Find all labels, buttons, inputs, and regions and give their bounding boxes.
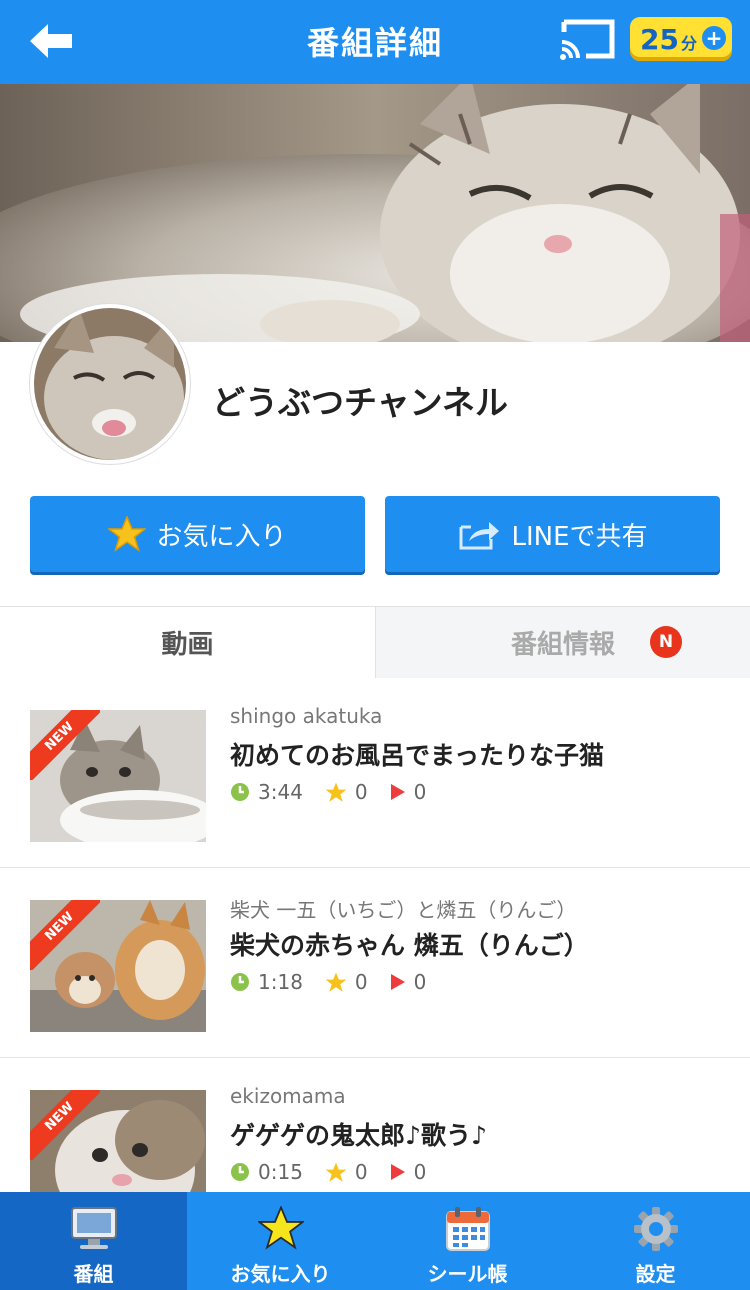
nav-favorites-label: お気に入り [230,1262,331,1286]
top-app-bar: 番組詳細 25 分 + [0,0,750,84]
new-ribbon: NEW [30,1090,100,1160]
video-thumbnail: NEW [30,710,206,842]
add-minutes-icon: + [702,26,726,50]
monitor-icon [70,1207,117,1249]
video-duration: 1:18 [258,970,303,994]
video-list-item[interactable]: NEW 柴犬 一五（いちご）と燐五（りんご） 柴犬の赤ちゃん 燐五（りんご） 1… [0,868,750,1058]
add-favorite-button[interactable]: お気に入り [30,496,365,572]
cast-button[interactable] [556,16,618,64]
play-icon [390,974,405,990]
video-favorite-count: 0 [354,1160,368,1184]
bottom-tab-bar: 番組 お気に入り シール帳 設定 [0,1192,750,1290]
video-play-count: 0 [413,1160,427,1184]
video-stats: 0:15 0 0 [230,1160,448,1184]
nav-sticker-book-label: シール帳 [427,1262,508,1286]
nav-programs[interactable]: 番組 [0,1192,187,1290]
cast-icon [560,19,615,60]
content-tabs: 動画 番組情報 [0,606,750,678]
video-title: 初めてのお風呂でまったりな子猫 [230,741,605,770]
calendar-icon [445,1207,490,1251]
clock-icon [231,783,249,801]
video-stats: 1:18 0 0 [230,970,448,994]
video-stats: 3:44 0 0 [230,780,448,804]
new-ribbon: NEW [30,900,100,970]
new-ribbon: NEW [30,710,100,780]
video-favorite-count: 0 [354,970,368,994]
video-thumbnail: NEW [30,900,206,1032]
minutes-unit: 分 [680,34,697,53]
video-favorite-count: 0 [354,780,368,804]
gear-icon [633,1207,678,1251]
video-title: 柴犬の赤ちゃん 燐五（りんご） [230,931,589,960]
nav-settings-label: 設定 [635,1262,676,1286]
play-icon [390,784,405,800]
share-line-button[interactable]: LINEで共有 [385,496,720,572]
share-line-label: LINEで共有 [511,521,648,552]
video-author: 柴犬 一五（いちご）と燐五（りんご） [230,898,577,922]
minutes-value: 25 [640,22,679,56]
play-icon [390,1164,405,1180]
new-badge: N [650,626,682,658]
star-icon [257,1206,304,1250]
star-icon [325,972,347,992]
nav-favorites[interactable]: お気に入り [187,1192,374,1290]
share-icon [459,522,500,550]
star-icon [108,516,147,552]
star-icon [325,1162,347,1182]
video-play-count: 0 [413,970,427,994]
add-favorite-label: お気に入り [156,521,287,552]
nav-settings[interactable]: 設定 [561,1192,750,1290]
nav-sticker-book[interactable]: シール帳 [374,1192,561,1290]
tab-videos[interactable]: 動画 [0,607,375,678]
clock-icon [231,1163,249,1181]
nav-programs-label: 番組 [73,1262,114,1286]
minutes-balance-button[interactable]: 25 分 + [630,17,732,61]
tab-program-info[interactable]: 番組情報 [375,607,750,678]
channel-avatar [30,304,190,464]
video-play-count: 0 [413,780,427,804]
clock-icon [231,973,249,991]
channel-name: どうぶつチャンネル [212,383,509,422]
video-duration: 0:15 [258,1160,303,1184]
video-list-item[interactable]: NEW shingo akatuka 初めてのお風呂でまったりな子猫 3:44 … [0,678,750,868]
star-icon [325,782,347,802]
video-duration: 3:44 [258,780,303,804]
video-author: ekizomama [230,1084,346,1108]
video-author: shingo akatuka [230,704,383,728]
video-title: ゲゲゲの鬼太郎♪歌う♪ [230,1121,487,1150]
